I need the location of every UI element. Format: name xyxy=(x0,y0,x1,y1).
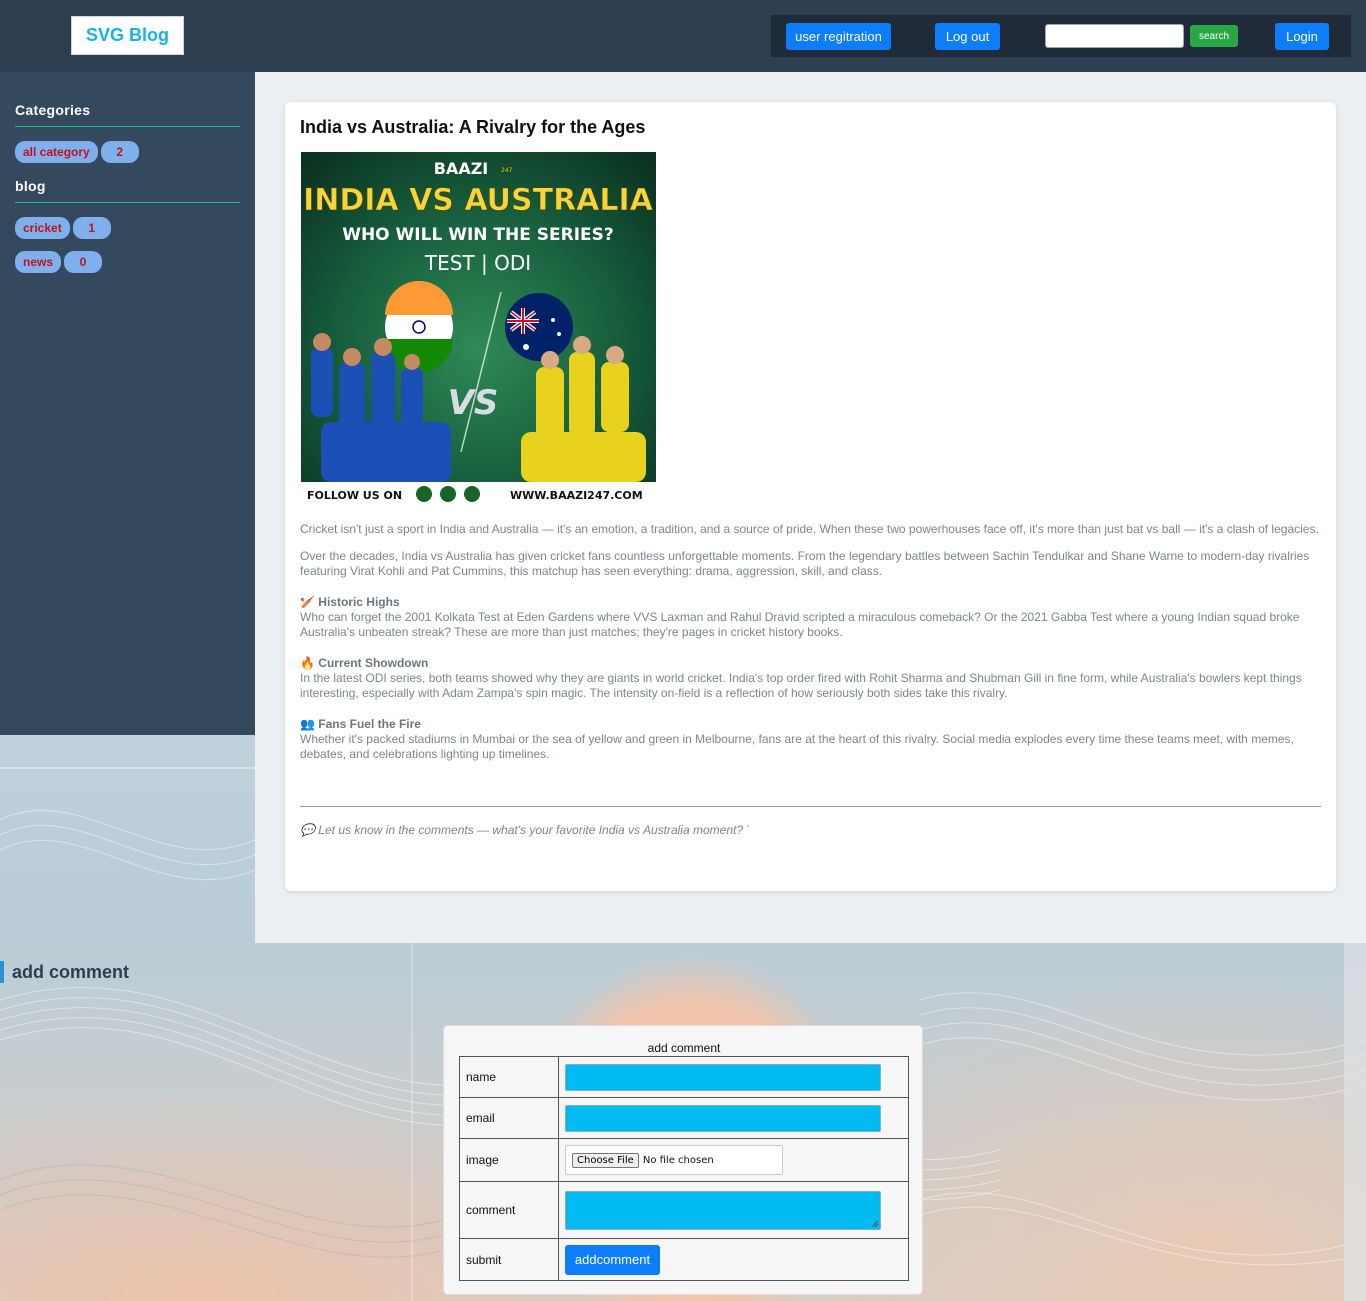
image-vs: VS xyxy=(448,383,499,423)
fire-icon: 🔥 xyxy=(300,656,315,670)
people-icon: 👥 xyxy=(300,717,315,731)
category-count-badge: 0 xyxy=(64,251,103,273)
sidebar: Categories all category 2 blog cricket 1… xyxy=(0,72,255,735)
top-navbar: SVG Blog user regitration Log out search… xyxy=(0,0,1366,72)
user-registration-button[interactable]: user regitration xyxy=(786,23,891,50)
category-count-badge: 1 xyxy=(72,217,111,239)
sidebar-item-news[interactable]: news 0 xyxy=(15,251,240,273)
post-closing-line: 💬 Let us know in the comments — what's y… xyxy=(300,823,750,837)
image-formats: TEST | ODI xyxy=(424,251,531,275)
category-pill-label[interactable]: all category xyxy=(15,141,98,163)
name-label: name xyxy=(459,1056,559,1098)
image-headline: INDIA VS AUSTRALIA xyxy=(303,183,654,218)
login-button[interactable]: Login xyxy=(1275,23,1329,50)
post-section-current: 🔥 Current Showdown In the latest ODI ser… xyxy=(300,656,1322,701)
brand-suffix-text: 247 xyxy=(501,167,513,174)
cricket-bat-icon: 🏏 xyxy=(300,595,315,609)
add-comment-button[interactable]: addcomment xyxy=(565,1244,660,1275)
blog-heading: blog xyxy=(15,178,240,203)
nav-bar: user regitration Log out search Login xyxy=(771,15,1351,57)
image-subhead: WHO WILL WIN THE SERIES? xyxy=(342,225,614,245)
sidebar-item-cricket[interactable]: cricket 1 xyxy=(15,217,240,239)
category-count-badge: 2 xyxy=(100,141,139,163)
comment-textarea[interactable] xyxy=(565,1190,881,1230)
post-divider xyxy=(300,806,1321,807)
speech-bubble-icon: 💬 xyxy=(300,823,315,837)
main-content: India vs Australia: A Rivalry for the Ag… xyxy=(255,72,1366,943)
section-heading: Historic Highs xyxy=(318,595,400,609)
post-title: India vs Australia: A Rivalry for the Ag… xyxy=(300,117,646,137)
email-label: email xyxy=(459,1097,559,1139)
search-input[interactable] xyxy=(1045,24,1184,48)
post-body: Cricket isn't just a sport in India and … xyxy=(300,522,1322,774)
category-pill-label[interactable]: news xyxy=(15,251,62,273)
post-image: BAAZI 247 INDIA VS AUSTRALIA WHO WILL WI… xyxy=(301,152,656,507)
section-text: In the latest ODI series, both teams sho… xyxy=(300,671,1302,700)
category-pill-label[interactable]: cricket xyxy=(15,217,70,239)
choose-file-button[interactable]: Choose File xyxy=(572,1152,639,1168)
comment-label: comment xyxy=(459,1181,559,1239)
post-card: India vs Australia: A Rivalry for the Ag… xyxy=(285,102,1336,891)
email-field[interactable] xyxy=(565,1104,881,1132)
post-paragraph: Cricket isn't just a sport in India and … xyxy=(300,522,1319,536)
image-follow-text: FOLLOW US ON xyxy=(307,489,402,502)
image-file-input[interactable]: Choose File No file chosen xyxy=(565,1145,783,1175)
resize-handle-icon[interactable] xyxy=(871,1220,879,1228)
site-logo[interactable]: SVG Blog xyxy=(71,16,184,55)
section-heading: Current Showdown xyxy=(318,656,429,670)
comment-form-table: name email image Choose File No file cho… xyxy=(459,1056,909,1281)
comment-form: add comment name email image Choose File… xyxy=(443,1025,923,1295)
image-website-text: WWW.BAAZI247.COM xyxy=(510,489,643,502)
comment-form-caption: add comment xyxy=(647,1041,721,1055)
search-button[interactable]: search xyxy=(1190,25,1238,47)
post-section-fans: 👥 Fans Fuel the Fire Whether it's packed… xyxy=(300,717,1322,762)
sidebar-item-all-category[interactable]: all category 2 xyxy=(15,141,240,163)
section-text: Who can forget the 2001 Kolkata Test at … xyxy=(300,610,1300,639)
section-heading: Fans Fuel the Fire xyxy=(318,717,421,731)
name-field[interactable] xyxy=(565,1063,881,1091)
submit-label: submit xyxy=(459,1238,559,1281)
logout-button[interactable]: Log out xyxy=(935,23,1000,50)
closing-text: Let us know in the comments — what's you… xyxy=(318,823,751,837)
brand-logo-text: BAAZI xyxy=(434,159,489,178)
post-section-historic: 🏏 Historic Highs Who can forget the 2001… xyxy=(300,595,1322,640)
post-paragraph: Over the decades, India vs Australia has… xyxy=(300,549,1310,578)
file-status: No file chosen xyxy=(642,1154,714,1166)
categories-heading: Categories xyxy=(15,102,240,127)
image-label: image xyxy=(459,1138,559,1182)
add-comment-heading: add comment xyxy=(0,961,129,983)
section-text: Whether it's packed stadiums in Mumbai o… xyxy=(300,732,1294,761)
